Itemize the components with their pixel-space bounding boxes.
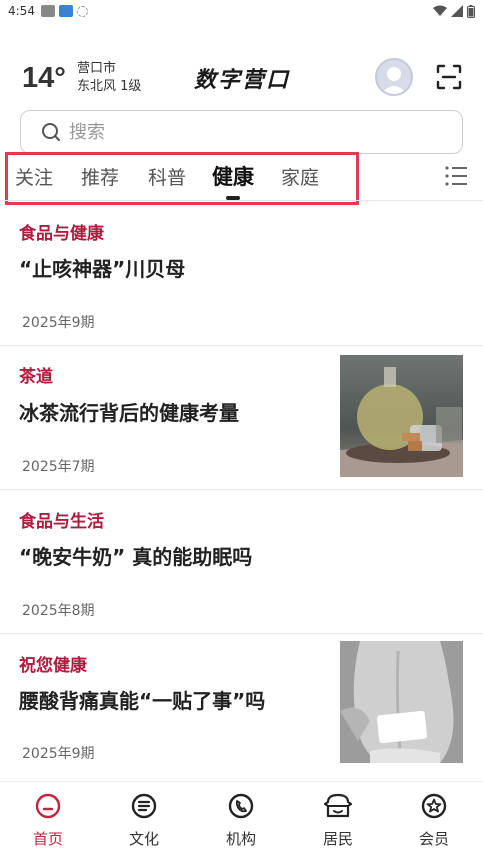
status-time: 4:54 — [8, 4, 35, 18]
phone-icon — [228, 793, 254, 819]
back-plaster-photo — [340, 641, 463, 763]
nav-label: 文化 — [128, 830, 159, 848]
article-title: “晚安牛奶” 真的能助眠吗 — [19, 545, 253, 569]
article-title: “止咳神器”川贝母 — [19, 257, 186, 281]
nav-label: 首页 — [32, 830, 63, 848]
article-issue: 2025年8期 — [22, 603, 95, 619]
tab-family[interactable]: 家庭 — [281, 163, 319, 190]
article-tag: 茶道 — [19, 367, 53, 387]
bottom-nav: 首页 文化 机构 居民 会员 — [0, 781, 483, 859]
avatar[interactable] — [375, 58, 413, 96]
category-tabs: 关注 推荐 科普 健康 家庭 — [0, 152, 483, 205]
menu-list-icon[interactable] — [444, 164, 468, 188]
article-title: 腰酸背痛真能“一贴了事”吗 — [19, 689, 266, 713]
article-tag: 祝您健康 — [19, 656, 87, 676]
nav-member[interactable]: 会员 — [404, 792, 464, 849]
iced-tea-photo — [340, 355, 463, 477]
header: 14° 营口市 东北风 1级 数字营口 — [0, 52, 483, 108]
resident-icon — [323, 793, 353, 818]
status-bar: 4:54 — [0, 0, 483, 22]
article-issue: 2025年9期 — [22, 746, 95, 762]
tab-follow[interactable]: 关注 — [15, 163, 53, 190]
nav-label: 机构 — [225, 830, 256, 848]
nav-home[interactable]: 首页 — [18, 792, 78, 849]
article-title: 冰茶流行背后的健康考量 — [19, 401, 239, 425]
user-avatar-icon — [381, 67, 407, 94]
nav-culture[interactable]: 文化 — [114, 792, 174, 849]
wind-info: 东北风 1级 — [77, 79, 142, 94]
article-thumbnail — [340, 355, 463, 477]
article-item[interactable]: 食品与生活 “晚安牛奶” 真的能助眠吗 2025年8期 — [0, 490, 483, 633]
search-icon — [42, 123, 60, 141]
article-item[interactable]: 祝您健康 腰酸背痛真能“一贴了事”吗 2025年9期 — [0, 634, 483, 780]
app-title: 数字营口 — [193, 67, 290, 93]
article-tag: 食品与生活 — [19, 512, 104, 532]
article-issue: 2025年9期 — [22, 315, 95, 331]
city-name: 营口市 — [77, 61, 117, 76]
search-bar[interactable] — [20, 110, 463, 154]
notification-icon — [58, 5, 73, 17]
signal-icon — [451, 5, 463, 17]
article-item[interactable]: 茶道 冰茶流行背后的健康考量 2025年7期 — [0, 346, 483, 489]
article-item[interactable]: 食品与健康 “止咳神器”川贝母 2025年9期 — [0, 201, 483, 345]
home-icon — [35, 793, 61, 819]
nav-institution[interactable]: 机构 — [211, 792, 271, 849]
member-star-icon — [421, 793, 447, 819]
article-thumbnail — [340, 641, 463, 763]
tab-science[interactable]: 科普 — [148, 163, 186, 190]
temperature: 14° — [22, 62, 66, 94]
wifi-icon — [433, 5, 447, 16]
loading-icon — [76, 5, 88, 17]
search-input[interactable] — [69, 121, 429, 143]
article-tag: 食品与健康 — [19, 224, 104, 244]
nav-label: 会员 — [418, 830, 449, 848]
tab-recommend[interactable]: 推荐 — [81, 163, 119, 190]
culture-icon — [131, 793, 157, 819]
nav-label: 居民 — [322, 830, 353, 848]
notification-icon — [40, 5, 55, 17]
nav-resident[interactable]: 居民 — [308, 792, 368, 849]
scan-icon[interactable] — [436, 64, 462, 90]
weather-info[interactable]: 营口市 东北风 1级 — [77, 60, 141, 96]
article-issue: 2025年7期 — [22, 459, 95, 475]
tab-health[interactable]: 健康 — [212, 161, 254, 191]
battery-icon — [467, 4, 475, 18]
